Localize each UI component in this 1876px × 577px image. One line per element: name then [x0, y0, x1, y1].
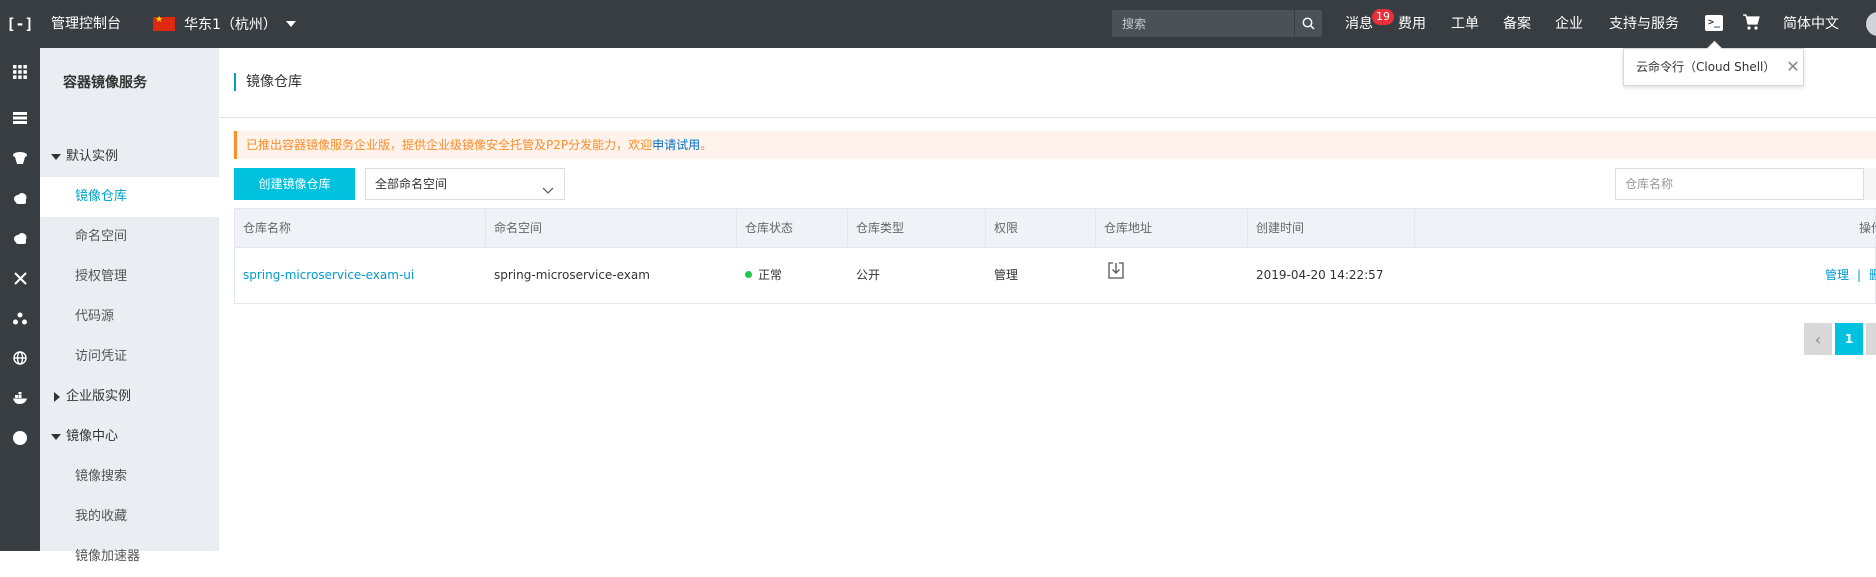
sidebar-item-code-source[interactable]: 代码源	[40, 297, 219, 337]
nav-tickets[interactable]: 工单	[1451, 0, 1479, 48]
col-actions: 操作	[1415, 209, 1876, 247]
cloud-upload-icon[interactable]	[6, 224, 34, 252]
close-icon[interactable]: ✕	[1784, 49, 1802, 85]
page-title: 镜像仓库	[234, 73, 302, 91]
repo-type: 公开	[856, 268, 881, 282]
col-namespace: 命名空间	[486, 209, 737, 247]
sidebar-item-image-search[interactable]: 镜像搜索	[40, 457, 219, 497]
sidebar-group-label: 默认实例	[66, 149, 119, 164]
col-status: 仓库状态	[737, 209, 848, 247]
sidebar-group-image-center[interactable]: 镜像中心	[40, 417, 219, 457]
cloud-shell-terminal-icon[interactable]: >_	[1705, 15, 1723, 31]
caret-down-icon	[51, 154, 61, 160]
col-permission: 权限	[986, 209, 1096, 247]
sidebar-group-enterprise-instance[interactable]: 企业版实例	[40, 377, 219, 417]
cloud-icon[interactable]	[6, 184, 34, 212]
nav-language[interactable]: 简体中文	[1783, 0, 1839, 48]
col-address: 仓库地址	[1096, 209, 1248, 247]
globe-icon[interactable]	[6, 344, 34, 372]
caret-right-icon	[54, 392, 60, 402]
sidebar-item-namespaces[interactable]: 命名空间	[40, 217, 219, 257]
repo-status: 正常	[737, 248, 782, 303]
database-icon[interactable]	[6, 144, 34, 172]
product-sidebar: 容器镜像服务 默认实例 镜像仓库 命名空间 授权管理 代码源 访问凭证 企业版实…	[40, 48, 219, 564]
grid-icon[interactable]	[6, 58, 34, 86]
chevron-down-icon	[542, 177, 554, 207]
notice-text: 已推出容器镜像服务企业版，提供企业级镜像安全托管及P2P分发能力，欢迎	[246, 138, 653, 152]
namespace-select[interactable]: 全部命名空间	[365, 168, 565, 200]
sidebar-item-accelerator[interactable]: 镜像加速器	[40, 537, 219, 577]
sidebar-title: 容器镜像服务	[63, 75, 147, 91]
col-type: 仓库类型	[848, 209, 986, 247]
cloud-shell-tooltip: 云命令行（Cloud Shell） ✕	[1623, 48, 1804, 86]
nav-messages[interactable]: 消息	[1345, 0, 1373, 48]
sidebar-item-repos[interactable]: 镜像仓库	[40, 177, 219, 217]
caret-down-icon	[285, 21, 296, 27]
download-icon[interactable]	[1108, 248, 1124, 303]
repo-search-input[interactable]	[1616, 169, 1866, 199]
action-separator: |	[1857, 268, 1862, 282]
repo-namespace: spring-microservice-exam	[494, 268, 650, 282]
notice-banner: 已推出容器镜像服务企业版，提供企业级镜像安全托管及P2P分发能力，欢迎申请试用。	[234, 131, 1876, 159]
cloud-shell-tooltip-label: 云命令行（Cloud Shell）	[1636, 60, 1776, 74]
nav-enterprise[interactable]: 企业	[1555, 0, 1583, 48]
status-ok-dot-icon	[745, 271, 752, 278]
repo-created-time: 2019-04-20 14:22:57	[1256, 268, 1384, 282]
network-icon[interactable]	[6, 304, 34, 332]
user-avatar[interactable]	[1866, 12, 1876, 36]
repo-actions: 管理 | 删除	[1825, 248, 1876, 303]
global-search	[1112, 10, 1322, 37]
pagination-page-1[interactable]: 1	[1835, 323, 1863, 355]
delete-link[interactable]: 删除	[1869, 268, 1876, 282]
sidebar-item-authorization[interactable]: 授权管理	[40, 257, 219, 297]
apply-trial-link[interactable]: 申请试用	[652, 138, 700, 152]
sidebar-group-label: 企业版实例	[66, 389, 132, 404]
nav-billing[interactable]: 费用	[1398, 0, 1426, 48]
circle-icon[interactable]	[6, 424, 34, 452]
china-flag-icon	[153, 15, 175, 31]
product-icon-rail	[0, 48, 40, 551]
tools-icon[interactable]	[6, 264, 34, 292]
repo-address	[1096, 248, 1124, 303]
nav-icp[interactable]: 备案	[1503, 0, 1531, 48]
pagination-next-button[interactable]	[1866, 323, 1876, 355]
caret-down-icon	[51, 434, 61, 440]
namespace-select-value: 全部命名空间	[375, 177, 448, 191]
aliyun-logo[interactable]: [-]	[0, 0, 40, 48]
sidebar-item-favorites[interactable]: 我的收藏	[40, 497, 219, 537]
create-repo-button[interactable]: 创建镜像仓库	[234, 168, 355, 200]
col-name: 仓库名称	[235, 209, 486, 247]
search-icon[interactable]	[1294, 10, 1322, 37]
server-icon[interactable]	[6, 104, 34, 132]
docker-icon[interactable]	[6, 384, 34, 412]
sidebar-item-credentials[interactable]: 访问凭证	[40, 337, 219, 377]
pagination-prev-button[interactable]: ‹	[1804, 323, 1832, 355]
table-header: 仓库名称 命名空间 仓库状态 仓库类型 权限 仓库地址 创建时间 操作	[234, 208, 1876, 248]
sidebar-group-label: 镜像中心	[66, 429, 119, 444]
sidebar-group-default-instance[interactable]: 默认实例	[40, 137, 219, 177]
search-icon[interactable]	[1863, 168, 1876, 200]
messages-badge: 19	[1372, 9, 1394, 25]
repo-name-link[interactable]: spring-microservice-exam-ui	[235, 248, 414, 303]
global-search-input[interactable]	[1112, 10, 1294, 37]
main-content: 镜像仓库 已推出容器镜像服务企业版，提供企业级镜像安全托管及P2P分发能力，欢迎…	[219, 48, 1876, 551]
nav-support[interactable]: 支持与服务	[1609, 0, 1679, 48]
repo-permission: 管理	[994, 268, 1019, 282]
top-navbar: [-] 管理控制台 华东1（杭州） 消息 19 费用 工单 备案 企业 支持与服…	[0, 0, 1876, 48]
region-selector[interactable]: 华东1（杭州）	[153, 0, 296, 48]
repo-search	[1615, 168, 1876, 200]
repo-status-label: 正常	[758, 268, 783, 282]
col-created: 创建时间	[1248, 209, 1415, 247]
table-row: spring-microservice-exam-ui spring-micro…	[234, 248, 1876, 304]
console-home-link[interactable]: 管理控制台	[51, 0, 121, 48]
col-actions-label: 操作	[1858, 221, 1876, 235]
manage-link[interactable]: 管理	[1825, 268, 1849, 282]
cart-icon[interactable]	[1742, 13, 1760, 34]
region-label: 华东1（杭州）	[184, 17, 277, 33]
notice-suffix: 。	[700, 138, 713, 152]
